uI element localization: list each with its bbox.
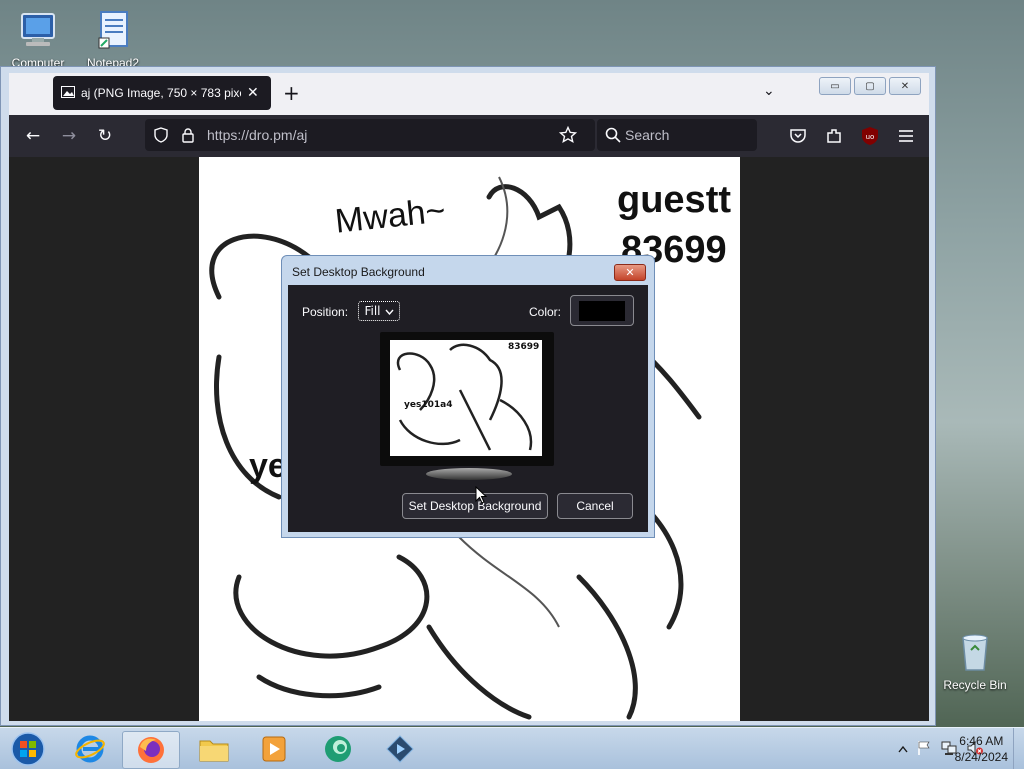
taskbar-firefox[interactable]	[122, 731, 180, 769]
clock[interactable]: 6:46 AM 8/24/2024	[955, 733, 1008, 765]
dialog-body: Position: Fill Color: yes101a4 83699 Set…	[288, 285, 648, 532]
desktop-icon-label: Recycle Bin	[943, 678, 1007, 692]
nav-toolbar: ← → ↻ https://dro.pm/aj Search uo	[9, 115, 929, 157]
preview-sketch	[396, 343, 533, 451]
position-value: Fill	[364, 304, 381, 318]
window-close-button[interactable]: ✕	[889, 77, 921, 95]
dialog-title: Set Desktop Background	[292, 265, 425, 279]
taskbar-green-app[interactable]	[310, 731, 366, 767]
computer-icon	[16, 8, 60, 52]
kodi-icon	[386, 735, 414, 763]
search-icon	[605, 127, 621, 146]
menu-icon[interactable]	[897, 128, 915, 147]
window-controls: ▭ ▢ ✕	[819, 77, 921, 95]
set-desktop-background-dialog: Set Desktop Background ✕ Position: Fill …	[281, 255, 655, 538]
taskbar-media-player[interactable]	[246, 731, 302, 767]
taskbar: 6:46 AM 8/24/2024	[0, 727, 1024, 769]
position-select[interactable]: Fill	[358, 301, 400, 321]
notepad-icon	[91, 8, 135, 52]
list-all-tabs-button[interactable]: ⌄	[763, 83, 775, 99]
taskbar-internet-explorer[interactable]	[62, 731, 118, 767]
recycle-bin-icon	[953, 630, 997, 674]
lock-icon[interactable]	[181, 127, 195, 146]
desktop-icon-notepad2[interactable]: Notepad2	[78, 8, 148, 70]
preview-text-2: 83699	[508, 342, 540, 352]
clock-date: 8/24/2024	[954, 750, 1008, 764]
svg-text:uo: uo	[866, 133, 875, 141]
url-bar[interactable]: https://dro.pm/aj	[145, 119, 595, 151]
search-box[interactable]: Search	[597, 119, 757, 151]
dialog-close-button[interactable]: ✕	[614, 264, 646, 281]
position-label: Position:	[302, 305, 349, 319]
preview-monitor: yes101a4 83699	[380, 332, 554, 466]
chevron-down-icon	[384, 304, 394, 318]
forward-button[interactable]: →	[59, 126, 79, 146]
media-player-icon	[262, 736, 286, 762]
extensions-icon[interactable]	[825, 127, 843, 148]
preview-screen: yes101a4 83699	[390, 340, 542, 456]
tab-close-icon[interactable]: ✕	[247, 85, 259, 101]
tab-image[interactable]: aj (PNG Image, 750 × 783 pixels) ✕	[53, 76, 271, 110]
color-picker-button[interactable]	[570, 295, 634, 326]
new-tab-button[interactable]: +	[283, 81, 300, 105]
taskbar-kodi-app[interactable]	[372, 731, 428, 767]
search-input[interactable]: Search	[625, 127, 669, 143]
guestt-text: guestt	[617, 179, 731, 221]
green-app-icon	[325, 736, 351, 762]
color-swatch	[579, 301, 625, 321]
pocket-icon[interactable]	[789, 127, 807, 148]
image-file-icon	[61, 85, 75, 101]
desktop-icon-recycle-bin[interactable]: Recycle Bin	[940, 630, 1010, 692]
action-center-flag-icon[interactable]	[916, 740, 932, 759]
clock-time: 6:46 AM	[959, 734, 1004, 748]
show-hidden-icons-icon[interactable]	[898, 742, 908, 756]
mouse-cursor-icon	[475, 485, 488, 507]
windows-start-icon	[11, 732, 45, 766]
url-text[interactable]: https://dro.pm/aj	[207, 127, 307, 143]
folder-icon	[199, 740, 229, 762]
cancel-button[interactable]: Cancel	[557, 493, 633, 519]
tab-strip: aj (PNG Image, 750 × 783 pixels) ✕ + ⌄ ▭…	[9, 73, 929, 115]
internet-explorer-icon	[75, 735, 105, 763]
show-desktop-button[interactable]	[1013, 728, 1024, 769]
taskbar-file-explorer[interactable]	[186, 731, 242, 767]
minimize-button[interactable]: ▭	[819, 77, 851, 95]
ublock-origin-icon[interactable]: uo	[861, 126, 879, 149]
start-button[interactable]	[0, 731, 56, 767]
firefox-icon	[138, 737, 164, 763]
monitor-stand	[426, 468, 512, 480]
maximize-button[interactable]: ▢	[854, 77, 886, 95]
tab-label: aj (PNG Image, 750 × 783 pixels)	[81, 86, 241, 100]
color-label: Color:	[529, 305, 562, 319]
bookmark-star-icon[interactable]	[558, 125, 578, 147]
reload-button[interactable]: ↻	[95, 126, 115, 146]
preview-text-1: yes101a4	[404, 400, 453, 410]
desktop-icon-computer[interactable]: Computer	[3, 8, 73, 70]
shield-icon[interactable]	[153, 127, 169, 146]
back-button[interactable]: ←	[23, 126, 43, 146]
